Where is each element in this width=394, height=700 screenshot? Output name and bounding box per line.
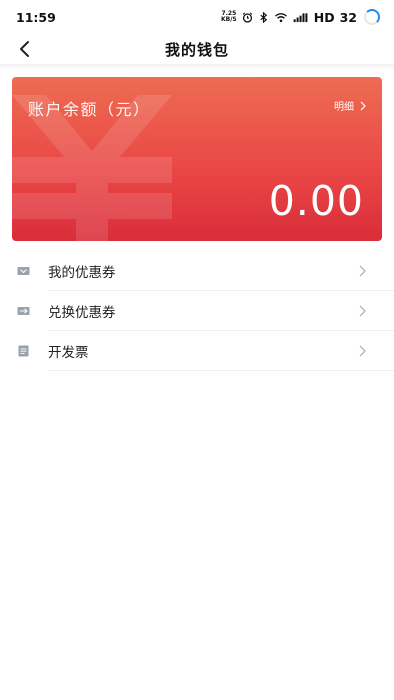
chevron-right-icon — [359, 305, 366, 317]
wifi-icon — [274, 12, 287, 22]
back-button[interactable] — [12, 36, 36, 62]
details-link[interactable]: 明细 — [334, 98, 366, 113]
invoice-icon — [18, 345, 29, 357]
menu-item-label: 兑换优惠券 — [48, 305, 116, 321]
menu-item-redeem-coupon[interactable]: 兑换优惠券 — [0, 291, 394, 331]
network-speed-unit: KB/S — [221, 16, 237, 23]
bluetooth-icon — [260, 11, 267, 23]
chevron-right-icon — [359, 345, 366, 357]
menu-item-label: 我的优惠券 — [48, 265, 116, 281]
coupon-exchange-icon — [17, 307, 30, 315]
status-bar: 11:59 7.25 KB/S HD 32 — [0, 0, 394, 34]
battery-level: 32 — [339, 9, 357, 25]
details-label: 明细 — [334, 102, 354, 113]
signal-icon — [293, 12, 308, 22]
page-title: 我的钱包 — [164, 40, 229, 59]
menu-item-label: 开发票 — [48, 345, 89, 361]
network-type-label: HD — [313, 9, 335, 25]
chevron-right-icon — [359, 265, 366, 277]
wallet-menu: 我的优惠券 兑换优惠券 开发票 — [0, 251, 394, 371]
battery-ring-icon — [364, 9, 380, 25]
alarm-icon — [242, 12, 253, 23]
balance-title: 账户余额（元） — [28, 100, 151, 119]
chevron-left-icon — [20, 41, 29, 57]
status-icons: 7.25 KB/S HD 32 — [221, 9, 380, 25]
nav-bar: 我的钱包 — [0, 34, 394, 64]
chevron-right-icon — [360, 101, 366, 110]
network-speed: 7.25 KB/S — [221, 11, 237, 23]
wallet-balance-card: 账户余额（元） 明细 0.00 — [12, 77, 382, 241]
balance-amount: 0.00 — [268, 177, 364, 225]
status-time: 11:59 — [16, 9, 56, 25]
nav-divider — [0, 64, 394, 70]
coupon-icon — [17, 267, 30, 275]
menu-item-invoice[interactable]: 开发票 — [0, 331, 394, 371]
menu-item-my-coupons[interactable]: 我的优惠券 — [0, 251, 394, 291]
